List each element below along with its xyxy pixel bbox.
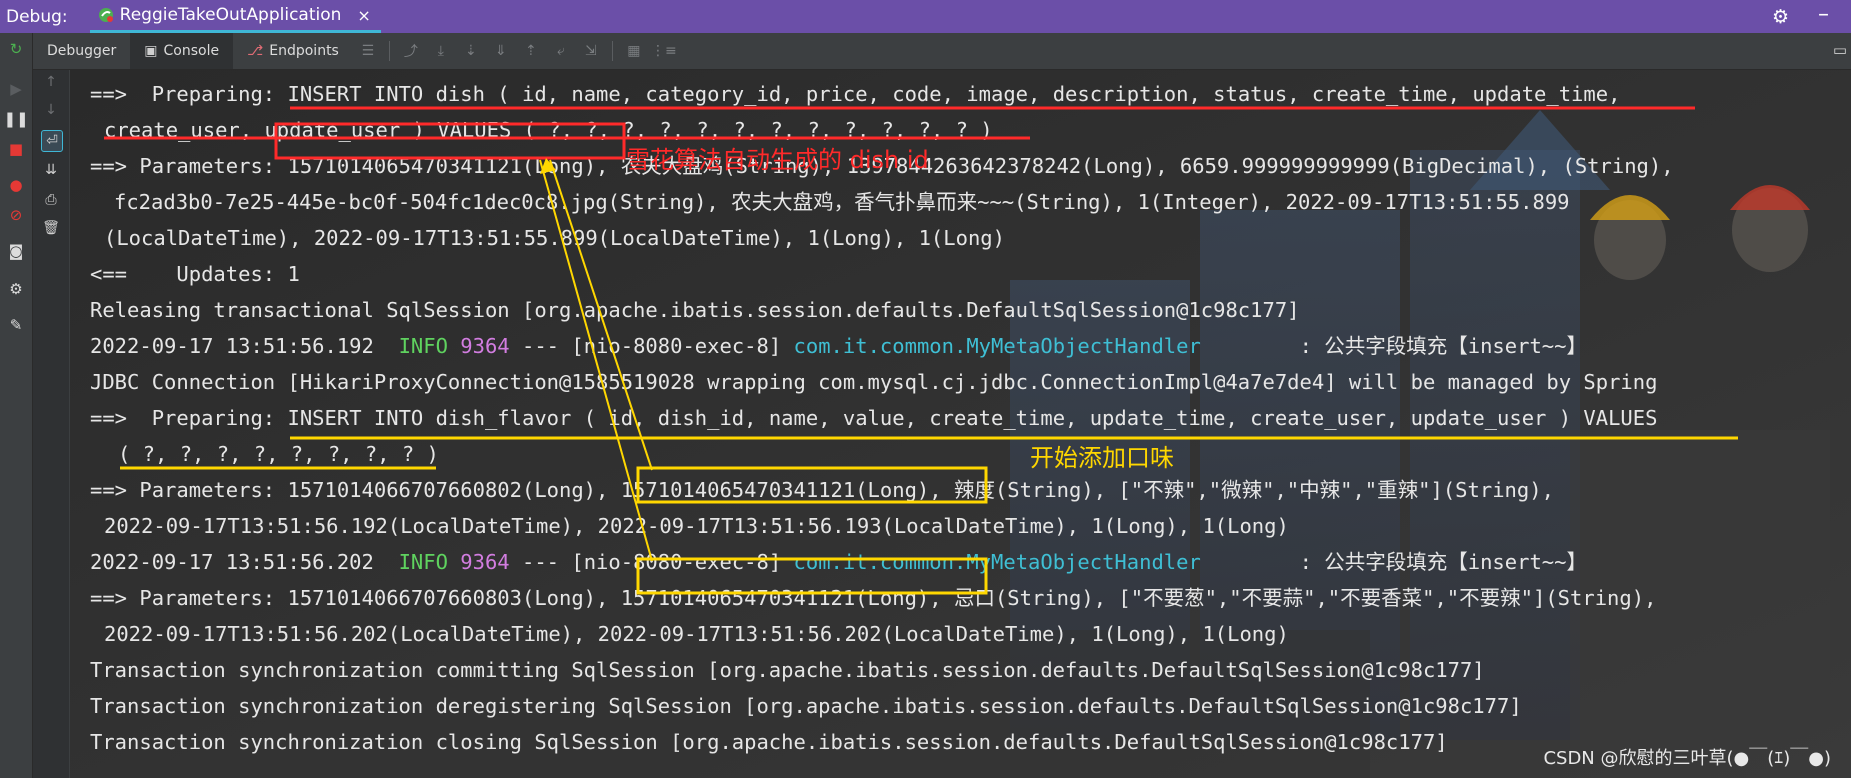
rerun-icon[interactable]: ↻ bbox=[6, 39, 26, 59]
pin-icon[interactable]: ✎ bbox=[6, 315, 26, 335]
run-to-cursor-icon[interactable]: ⇲ bbox=[581, 41, 601, 61]
flavor-dish-id-param: 1571014065470341121(Long) bbox=[620, 478, 930, 502]
log-line: ==> Parameters: 1571014066707660802(Long… bbox=[90, 478, 1567, 502]
settings-icon[interactable]: ⚙ bbox=[6, 279, 26, 299]
flavor-insert-sql: INSERT INTO dish_flavor ( id, dish_id, n… bbox=[287, 406, 1658, 430]
menu-icon[interactable]: ☰ bbox=[358, 41, 378, 61]
console-gutter: ↑ ↓ ⏎ ⇊ ⎙ 🗑 bbox=[33, 70, 70, 778]
step-out-icon[interactable]: ⇡ bbox=[521, 41, 541, 61]
log-line: 2022-09-17 13:51:56.192 INFO 9364 --- [n… bbox=[90, 334, 1587, 358]
toolbar-separator bbox=[388, 41, 390, 61]
pause-icon[interactable]: ❚❚ bbox=[3, 109, 28, 129]
trash-icon[interactable]: 🗑 bbox=[41, 218, 61, 238]
debug-left-rail: ↻ ▶ ❚❚ ■ ● ⊘ ◙ ⚙ ✎ bbox=[0, 33, 33, 778]
log-line: 2022-09-17T13:51:56.192(LocalDateTime), … bbox=[104, 514, 1289, 538]
log-line: 2022-09-17T13:51:56.202(LocalDateTime), … bbox=[104, 622, 1289, 646]
stop-icon[interactable]: ■ bbox=[6, 139, 26, 159]
tab-console[interactable]: ▣ Console bbox=[130, 33, 234, 69]
tab-debugger[interactable]: Debugger bbox=[33, 33, 130, 69]
log-line: create_user, update_user ) VALUES ( ?, ?… bbox=[104, 118, 993, 142]
log-line: ==> Preparing: INSERT INTO dish_flavor (… bbox=[90, 406, 1658, 430]
log-line: (LocalDateTime), 2022-09-17T13:51:55.899… bbox=[104, 226, 1005, 250]
log-line: 2022-09-17 13:51:56.202 INFO 9364 --- [n… bbox=[90, 550, 1587, 574]
evaluate-expression-icon[interactable]: ▦ bbox=[624, 41, 644, 61]
endpoints-icon: ⎇ bbox=[247, 43, 264, 59]
print-icon[interactable]: ⎙ bbox=[41, 190, 61, 210]
tab-endpoints[interactable]: ⎇ Endpoints bbox=[233, 33, 353, 69]
console-icon: ▣ bbox=[144, 43, 158, 59]
gear-icon[interactable]: ⚙ bbox=[1772, 6, 1789, 28]
step-over-icon[interactable]: ⤓ bbox=[431, 41, 451, 61]
console-output[interactable]: ==> Preparing: INSERT INTO dish ( id, na… bbox=[70, 70, 1851, 778]
red-annotation: 雪花算法自动生成的 dish id bbox=[626, 146, 929, 174]
log-line: JDBC Connection [HikariProxyConnection@1… bbox=[90, 370, 1658, 394]
csdn-watermark: CSDN @欣慰的三叶草(●￣(ｴ)￣●) bbox=[1543, 748, 1831, 769]
camera-icon[interactable]: ◙ bbox=[6, 241, 26, 261]
spring-app-icon bbox=[98, 8, 113, 22]
flavor-dish-id-param: 1571014065470341121(Long) bbox=[620, 586, 930, 610]
yellow-annotation: 开始添加口味 bbox=[1030, 444, 1174, 472]
tab-console-label: Console bbox=[163, 43, 220, 59]
view-breakpoints-icon[interactable]: ● bbox=[6, 175, 26, 195]
debug-titlebar: Debug: ReggieTakeOutApplication × ⚙ – bbox=[0, 0, 1851, 33]
log-line: Transaction synchronization committing S… bbox=[90, 658, 1485, 682]
force-step-into-icon[interactable]: ⇓ bbox=[491, 41, 511, 61]
log-line: fc2ad3b0-7e25-445e-bc0f-504fc1dec0c8.jpg… bbox=[114, 190, 1570, 214]
soft-wrap-icon[interactable]: ⏎ bbox=[41, 130, 63, 152]
log-line: <== Updates: 1 bbox=[90, 262, 300, 286]
toolbar-separator bbox=[611, 41, 613, 61]
tab-endpoints-label: Endpoints bbox=[269, 43, 339, 59]
log-line: Releasing transactional SqlSession [org.… bbox=[90, 298, 1300, 322]
resume-icon[interactable]: ▶ bbox=[6, 79, 26, 99]
class-link[interactable]: com.it.common.MyMetaObjectHandler bbox=[794, 550, 1201, 574]
close-icon[interactable]: × bbox=[357, 6, 370, 25]
dish-insert-sql: INSERT INTO dish ( id, name, category_id… bbox=[287, 82, 1621, 106]
trace-icon[interactable]: ⋮≡ bbox=[651, 41, 677, 61]
run-config-label: ReggieTakeOutApplication bbox=[119, 5, 342, 25]
layout-icon[interactable]: ▭ bbox=[1833, 41, 1847, 59]
log-line: ( ?, ?, ?, ?, ?, ?, ?, ? ) bbox=[118, 442, 439, 466]
down-arrow-icon[interactable]: ↓ bbox=[41, 100, 61, 120]
log-line: ==> Parameters: 1571014066707660803(Long… bbox=[90, 586, 1657, 610]
debug-toolbar: Debugger ▣ Console ⎇ Endpoints ☰ ⤴ ⤓ ⇣ ⇓… bbox=[33, 33, 1851, 70]
class-link[interactable]: com.it.common.MyMetaObjectHandler bbox=[794, 334, 1201, 358]
run-config-tab[interactable]: ReggieTakeOutApplication × bbox=[89, 0, 381, 33]
step-into-icon[interactable]: ⇣ bbox=[461, 41, 481, 61]
mute-breakpoints-icon[interactable]: ⊘ bbox=[6, 205, 26, 225]
minimize-icon[interactable]: – bbox=[1818, 2, 1829, 27]
console-lines: ==> Preparing: INSERT INTO dish ( id, na… bbox=[90, 76, 1850, 760]
log-line: ==> Parameters: 1571014065470341121(Long… bbox=[90, 154, 1674, 178]
scroll-to-end-icon[interactable]: ⇊ bbox=[41, 160, 61, 180]
show-execution-point-icon[interactable]: ⤴ bbox=[401, 41, 421, 61]
log-line: ==> Preparing: INSERT INTO dish ( id, na… bbox=[90, 82, 1621, 106]
dish-id-param: 1571014065470341121(Long) bbox=[287, 154, 597, 178]
debug-label: Debug: bbox=[6, 6, 68, 27]
log-line: Transaction synchronization deregisterin… bbox=[90, 694, 1522, 718]
tab-debugger-label: Debugger bbox=[47, 43, 117, 59]
up-arrow-icon[interactable]: ↑ bbox=[41, 72, 61, 92]
drop-frame-icon[interactable]: ⤶ bbox=[551, 41, 571, 61]
